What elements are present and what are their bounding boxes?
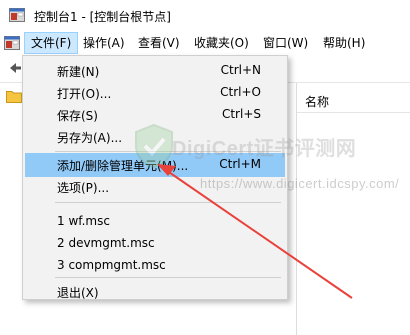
title-bar: 控制台1 - [控制台根节点] bbox=[0, 0, 410, 32]
watermark-title: DigiCert证书评测网 bbox=[172, 138, 357, 160]
menu-bar: 文件(F) 操作(A) 查看(V) 收藏夹(O) 窗口(W) 帮助(H) bbox=[0, 32, 410, 54]
menu-window[interactable]: 窗口(W) bbox=[257, 32, 314, 54]
watermark-shield-icon bbox=[135, 123, 173, 169]
menu-item-open[interactable]: 打开(O)... Ctrl+O bbox=[25, 81, 285, 105]
menu-item-shortcut: Ctrl+O bbox=[220, 85, 261, 99]
back-arrow-icon[interactable] bbox=[6, 60, 22, 76]
watermark-url: https://www.digicert.idcspy.com/ bbox=[200, 176, 400, 191]
menu-item-label: 3 compmgmt.msc bbox=[57, 258, 166, 272]
menu-item-label: 新建(N) bbox=[57, 65, 100, 79]
menu-item-label: 退出(X) bbox=[57, 286, 99, 300]
system-menu-icon[interactable] bbox=[4, 35, 20, 51]
folder-icon[interactable] bbox=[6, 89, 22, 103]
window-title: 控制台1 - [控制台根节点] bbox=[34, 10, 171, 24]
menu-item-shortcut: Ctrl+N bbox=[220, 63, 261, 77]
menu-file[interactable]: 文件(F) bbox=[24, 32, 79, 54]
menu-item-recent-2[interactable]: 2 devmgmt.msc bbox=[25, 232, 285, 256]
menu-favorites[interactable]: 收藏夹(O) bbox=[188, 32, 255, 54]
menu-item-recent-1[interactable]: 1 wf.msc bbox=[25, 210, 285, 234]
menu-separator bbox=[55, 202, 281, 203]
menu-item-label: 打开(O)... bbox=[57, 87, 112, 101]
menu-item-label: 另存为(A)... bbox=[57, 131, 123, 145]
menu-item-label: 1 wf.msc bbox=[57, 214, 110, 228]
results-pane: 名称 bbox=[297, 83, 410, 335]
column-header-name[interactable]: 名称 bbox=[297, 88, 410, 113]
menu-item-exit[interactable]: 退出(X) bbox=[25, 275, 285, 300]
menu-item-label: 选项(P)... bbox=[57, 181, 110, 195]
menu-view[interactable]: 查看(V) bbox=[132, 32, 186, 54]
menu-action[interactable]: 操作(A) bbox=[77, 32, 131, 54]
menu-item-new[interactable]: 新建(N) Ctrl+N bbox=[25, 59, 285, 83]
mmc-app-icon bbox=[9, 8, 25, 22]
menu-item-label: 保存(S) bbox=[57, 109, 98, 123]
menu-item-label: 2 devmgmt.msc bbox=[57, 236, 155, 250]
column-header-label: 名称 bbox=[305, 95, 330, 109]
menu-help[interactable]: 帮助(H) bbox=[317, 32, 371, 54]
menu-item-shortcut: Ctrl+S bbox=[221, 107, 261, 121]
